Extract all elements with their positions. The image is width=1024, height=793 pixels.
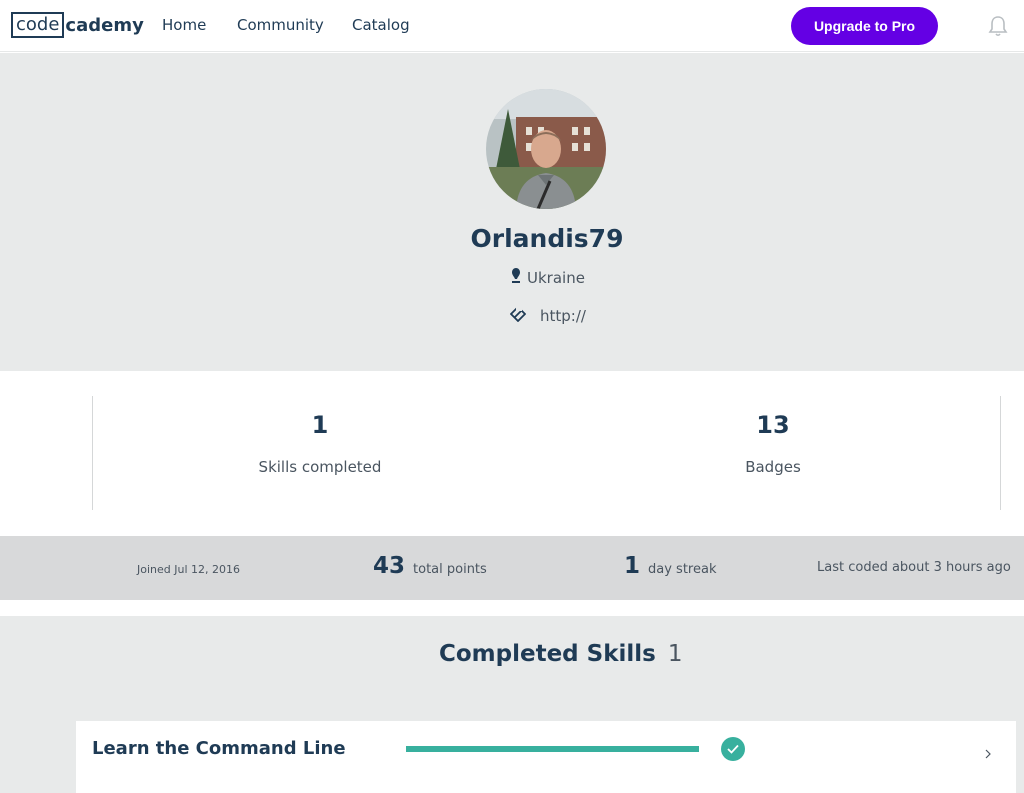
profile-header: Orlandis79 Ukraine http:// bbox=[0, 53, 1024, 371]
logo-code-box: code bbox=[11, 12, 65, 38]
logo-text: cademy bbox=[65, 14, 144, 36]
top-navigation-bar: code cademy Home Community Catalog Upgra… bbox=[0, 0, 1024, 52]
skill-progress-bar bbox=[406, 746, 699, 752]
location: Ukraine bbox=[511, 268, 585, 288]
upgrade-to-pro-button[interactable]: Upgrade to Pro bbox=[791, 7, 938, 45]
activity-info-bar: Joined Jul 12, 2016 43 total points 1 da… bbox=[0, 536, 1024, 600]
day-streak-value: 1 bbox=[624, 553, 641, 579]
total-points-value: 43 bbox=[373, 553, 406, 579]
codecademy-logo[interactable]: code cademy bbox=[11, 12, 144, 38]
username: Orlandis79 bbox=[470, 224, 624, 253]
day-streak-label: day streak bbox=[648, 562, 717, 577]
nav-community[interactable]: Community bbox=[237, 16, 324, 34]
website: http:// bbox=[509, 305, 586, 326]
skill-progress-fill bbox=[406, 746, 699, 752]
stats-panel: 1 Skills completed 13 Badges bbox=[0, 371, 1024, 536]
nav-home[interactable]: Home bbox=[162, 16, 206, 34]
skill-name: Learn the Command Line bbox=[92, 738, 346, 759]
website-link[interactable]: http:// bbox=[540, 307, 586, 325]
badges-label: Badges bbox=[745, 458, 801, 476]
joined-date: Joined Jul 12, 2016 bbox=[137, 563, 241, 576]
chevron-right-icon[interactable] bbox=[985, 747, 991, 763]
completed-skills-title: Completed Skills 1 bbox=[439, 641, 683, 667]
completed-skills-heading: Completed Skills bbox=[439, 641, 656, 667]
total-points: 43 total points bbox=[373, 553, 487, 579]
link-icon bbox=[509, 305, 527, 326]
check-icon bbox=[721, 737, 745, 761]
day-streak: 1 day streak bbox=[624, 553, 716, 579]
skills-completed-count: 1 bbox=[311, 411, 329, 439]
avatar[interactable] bbox=[486, 89, 606, 209]
completed-skills-count: 1 bbox=[667, 641, 683, 667]
skills-completed-label: Skills completed bbox=[258, 458, 382, 476]
stats-divider-right bbox=[1000, 396, 1001, 510]
location-text: Ukraine bbox=[527, 269, 585, 287]
nav-catalog[interactable]: Catalog bbox=[352, 16, 410, 34]
location-pin-icon bbox=[511, 268, 521, 288]
completed-skills-section: Completed Skills 1 Learn the Command Lin… bbox=[0, 616, 1024, 793]
badges-count: 13 bbox=[756, 411, 790, 439]
total-points-label: total points bbox=[413, 562, 487, 577]
last-coded: Last coded about 3 hours ago bbox=[817, 560, 1011, 575]
skill-card[interactable]: Learn the Command Line bbox=[76, 721, 1016, 793]
bell-icon[interactable] bbox=[988, 15, 1008, 37]
stats-divider-left bbox=[92, 396, 93, 510]
